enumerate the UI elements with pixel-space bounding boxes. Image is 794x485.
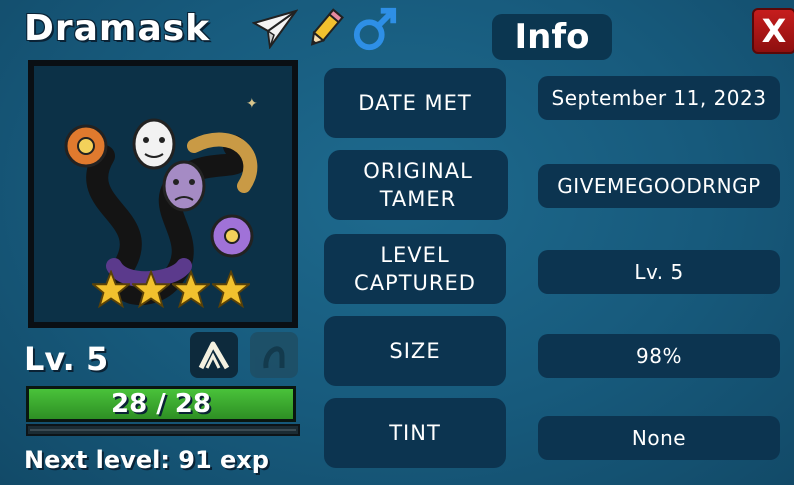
locked-skill-icon xyxy=(263,346,285,369)
info-value-original-tamer: GIVEMEGOODRNGP xyxy=(538,164,780,208)
skill-button-2[interactable] xyxy=(250,332,298,378)
info-label-level-captured: LEVEL CAPTURED xyxy=(324,234,506,304)
info-label-size: SIZE xyxy=(324,316,506,386)
info-value-size: 98% xyxy=(538,334,780,378)
close-button[interactable]: X xyxy=(752,8,794,54)
star-icon xyxy=(212,270,250,308)
creature-level: Lv. 5 xyxy=(24,340,109,378)
hp-text: 28 / 28 xyxy=(111,389,211,419)
info-value-tint: None xyxy=(538,416,780,460)
paper-plane-icon[interactable] xyxy=(252,6,298,52)
star-icon xyxy=(92,270,130,308)
info-label-tint: TINT xyxy=(324,398,506,468)
star-icon xyxy=(132,270,170,308)
info-label-original-tamer-text: ORIGINAL TAMER xyxy=(363,159,473,211)
info-label-original-tamer: ORIGINAL TAMER xyxy=(328,150,508,220)
star-rating xyxy=(92,270,250,308)
male-symbol-icon xyxy=(352,6,398,52)
xp-bar xyxy=(26,424,300,436)
xp-bar-track xyxy=(30,429,296,431)
pencil-icon[interactable] xyxy=(302,6,348,52)
header-icon-group xyxy=(252,6,398,52)
info-label-date-met: DATE MET xyxy=(324,68,506,138)
info-label-level-captured-text: LEVEL CAPTURED xyxy=(354,243,476,295)
tab-info[interactable]: Info xyxy=(492,14,612,60)
skill-button-1[interactable] xyxy=(190,332,238,378)
info-value-level-captured: Lv. 5 xyxy=(538,250,780,294)
svg-text:✦: ✦ xyxy=(246,96,258,112)
next-level-text: Next level: 91 exp xyxy=(24,446,269,474)
star-icon xyxy=(172,270,210,308)
info-value-date-met: September 11, 2023 xyxy=(538,76,780,120)
claw-skill-icon xyxy=(198,341,230,370)
creature-name: Dramask xyxy=(24,8,211,49)
creature-portrait: ✦ xyxy=(28,60,298,328)
hp-bar: 28 / 28 xyxy=(26,386,296,422)
